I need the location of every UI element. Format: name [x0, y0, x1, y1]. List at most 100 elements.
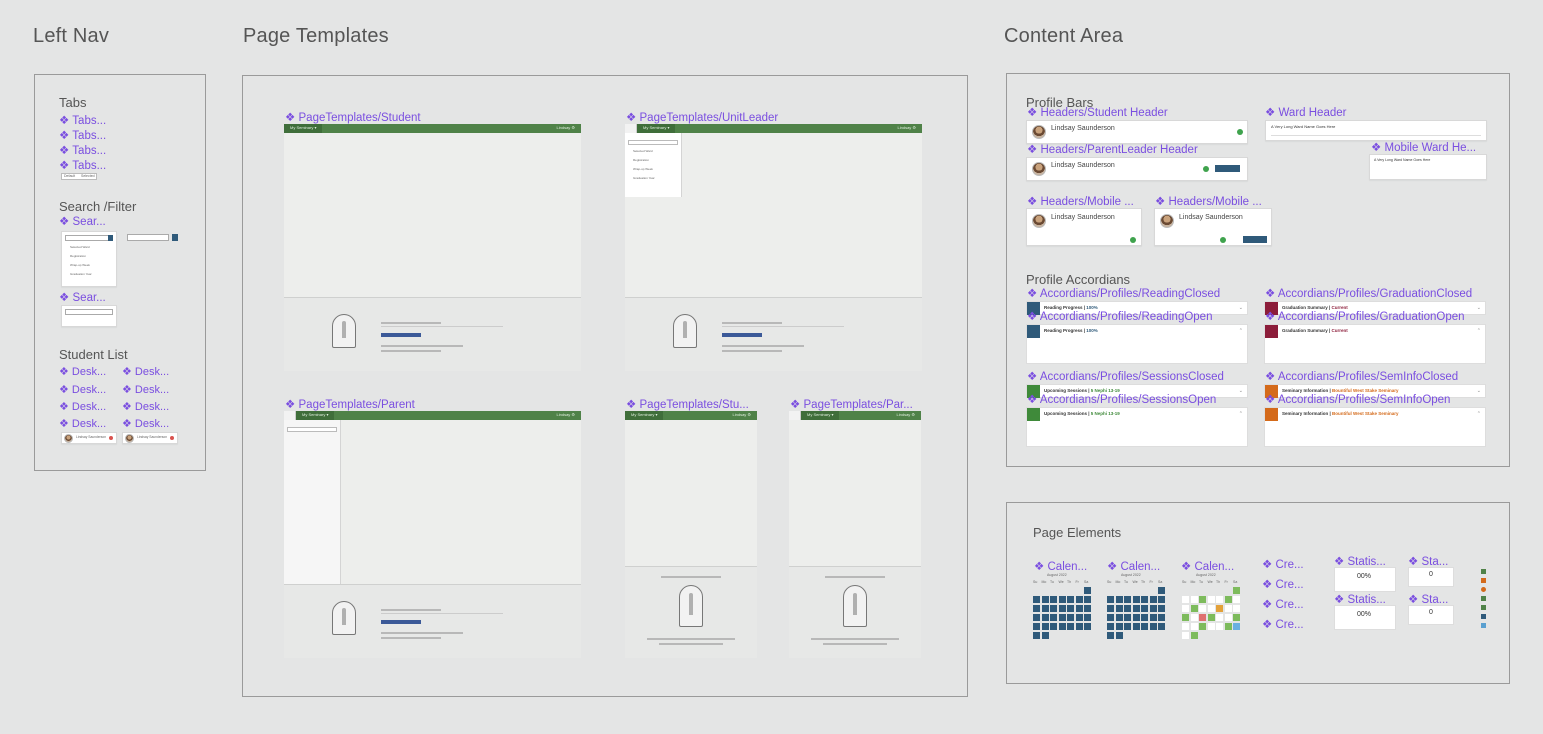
- menu-item[interactable]: Wrap-up Week: [70, 263, 90, 267]
- calendar-day[interactable]: [1132, 596, 1140, 603]
- calendar-day[interactable]: [1132, 614, 1140, 621]
- calendar-day[interactable]: [1084, 623, 1091, 630]
- calendar-day[interactable]: [1182, 605, 1189, 612]
- calendar-day[interactable]: [1107, 632, 1114, 639]
- menu-item[interactable]: Graduation Year: [70, 272, 92, 276]
- calendar-day[interactable]: [1058, 623, 1066, 630]
- template-unitleader-label[interactable]: ❖ PageTemplates/UnitLeader: [626, 110, 778, 124]
- search-component[interactable]: ❖ Sear...: [59, 214, 106, 228]
- student-component[interactable]: ❖ Desk...: [59, 383, 106, 396]
- calendar[interactable]: August 2022 Su Mo Tu We Th Fr Sa: [1107, 573, 1171, 649]
- student-row[interactable]: Lindsay Saunderson: [122, 432, 178, 444]
- student-component[interactable]: ❖ Desk...: [59, 400, 106, 413]
- calendar-day[interactable]: [1207, 623, 1215, 630]
- calendar-day[interactable]: [1033, 632, 1040, 639]
- calendar-day[interactable]: [1084, 605, 1091, 612]
- template-par-mobile-label[interactable]: ❖ PageTemplates/Par...: [790, 397, 913, 411]
- calendar-day[interactable]: [1075, 614, 1083, 621]
- acc-seminfo-closed-label[interactable]: ❖ Accordians/Profiles/SemInfoClosed: [1265, 369, 1458, 383]
- tab-selected[interactable]: Selected: [81, 174, 95, 178]
- tabs-component[interactable]: ❖ Tabs...: [59, 113, 106, 127]
- calendar-day[interactable]: [1182, 623, 1189, 630]
- student-row[interactable]: Lindsay Saunderson: [61, 432, 117, 444]
- search-input[interactable]: [628, 140, 678, 145]
- calendar-day[interactable]: [1124, 614, 1131, 621]
- student-component[interactable]: ❖ Desk...: [122, 400, 169, 413]
- cred-label[interactable]: ❖ Cre...: [1262, 577, 1304, 591]
- calendar-day[interactable]: [1115, 623, 1123, 630]
- calendar-day[interactable]: [1050, 614, 1057, 621]
- calendar-day[interactable]: [1190, 623, 1198, 630]
- calendar-day[interactable]: [1224, 623, 1232, 630]
- calendar-day[interactable]: [1190, 596, 1198, 603]
- search-input[interactable]: [65, 235, 113, 241]
- sta-label[interactable]: ❖ Sta...: [1408, 554, 1448, 568]
- register-button[interactable]: [1243, 236, 1267, 243]
- register-button[interactable]: [1215, 165, 1240, 172]
- cred-label[interactable]: ❖ Cre...: [1262, 597, 1304, 611]
- calendar-day[interactable]: [1233, 596, 1240, 603]
- calendar-day[interactable]: [1233, 605, 1240, 612]
- cred-label[interactable]: ❖ Cre...: [1262, 557, 1304, 571]
- student-component[interactable]: ❖ Desk...: [59, 365, 106, 378]
- mobile-header-label[interactable]: ❖ Headers/Mobile ...: [1155, 194, 1262, 208]
- calendar-day[interactable]: [1190, 605, 1198, 612]
- calendar-day[interactable]: [1084, 587, 1091, 594]
- calendar-day[interactable]: [1158, 596, 1165, 603]
- acc-reading-open-label[interactable]: ❖ Accordians/Profiles/ReadingOpen: [1027, 309, 1212, 323]
- calendar-day[interactable]: [1107, 596, 1114, 603]
- calendar-day[interactable]: [1158, 623, 1165, 630]
- calendar-day[interactable]: [1041, 623, 1049, 630]
- menu-item[interactable]: Graduation Year: [633, 176, 655, 180]
- menu-item[interactable]: Registration: [70, 254, 86, 258]
- search-input[interactable]: [287, 427, 337, 432]
- calendar-day[interactable]: [1115, 596, 1123, 603]
- calendar-day[interactable]: [1115, 632, 1123, 639]
- calendar-day[interactable]: [1107, 605, 1114, 612]
- calendar-day[interactable]: [1107, 614, 1114, 621]
- calendar-day[interactable]: [1158, 587, 1165, 594]
- calendar-day[interactable]: [1216, 596, 1223, 603]
- tabs-component[interactable]: ❖ Tabs...: [59, 158, 106, 172]
- sta-label[interactable]: ❖ Sta...: [1408, 592, 1448, 606]
- calendar-day[interactable]: [1207, 596, 1215, 603]
- calendar-day[interactable]: [1216, 605, 1223, 612]
- calendar-day[interactable]: [1190, 614, 1198, 621]
- calendar-label[interactable]: ❖ Calen...: [1181, 559, 1234, 573]
- calendar-day[interactable]: [1216, 623, 1223, 630]
- calendar-day[interactable]: [1141, 596, 1148, 603]
- calendar-label[interactable]: ❖ Calen...: [1034, 559, 1087, 573]
- search-input[interactable]: [65, 309, 113, 315]
- calendar-day[interactable]: [1199, 596, 1206, 603]
- stat-label[interactable]: ❖ Statis...: [1334, 554, 1386, 568]
- calendar-day[interactable]: [1033, 623, 1040, 630]
- calendar-day[interactable]: [1199, 605, 1206, 612]
- calendar-day[interactable]: [1224, 596, 1232, 603]
- acc-sessions-open-label[interactable]: ❖ Accordians/Profiles/SessionsOpen: [1027, 392, 1216, 406]
- calendar-day[interactable]: [1149, 614, 1157, 621]
- calendar-day[interactable]: [1107, 623, 1114, 630]
- search-icon[interactable]: [108, 235, 113, 241]
- calendar-day[interactable]: [1084, 614, 1091, 621]
- cred-label[interactable]: ❖ Cre...: [1262, 617, 1304, 631]
- acc-sessions-open[interactable]: Upcoming Sessions | 5 Nephi 13-19 ⌃: [1026, 407, 1248, 447]
- calendar-day[interactable]: [1141, 605, 1148, 612]
- calendar-day[interactable]: [1115, 614, 1123, 621]
- calendar-day[interactable]: [1067, 623, 1074, 630]
- menu-item[interactable]: Registration: [633, 158, 649, 162]
- calendar-day[interactable]: [1199, 623, 1206, 630]
- acc-reading-open[interactable]: Reading Progress | 100% ⌃: [1026, 324, 1248, 364]
- calendar-day[interactable]: [1224, 614, 1232, 621]
- calendar-day[interactable]: [1233, 587, 1240, 594]
- calendar-day[interactable]: [1124, 623, 1131, 630]
- calendar-day[interactable]: [1190, 632, 1198, 639]
- tabs-component[interactable]: ❖ Tabs...: [59, 128, 106, 142]
- calendar-day[interactable]: [1041, 596, 1049, 603]
- calendar-day[interactable]: [1075, 623, 1083, 630]
- mobile-header-label[interactable]: ❖ Headers/Mobile ...: [1027, 194, 1134, 208]
- calendar-day[interactable]: [1033, 605, 1040, 612]
- acc-seminfo-open[interactable]: Seminary Information | Bountiful West St…: [1264, 407, 1486, 447]
- ward-header-label[interactable]: ❖ Ward Header: [1265, 105, 1346, 119]
- acc-grad-closed-label[interactable]: ❖ Accordians/Profiles/GraduationClosed: [1265, 286, 1472, 300]
- student-component[interactable]: ❖ Desk...: [59, 417, 106, 430]
